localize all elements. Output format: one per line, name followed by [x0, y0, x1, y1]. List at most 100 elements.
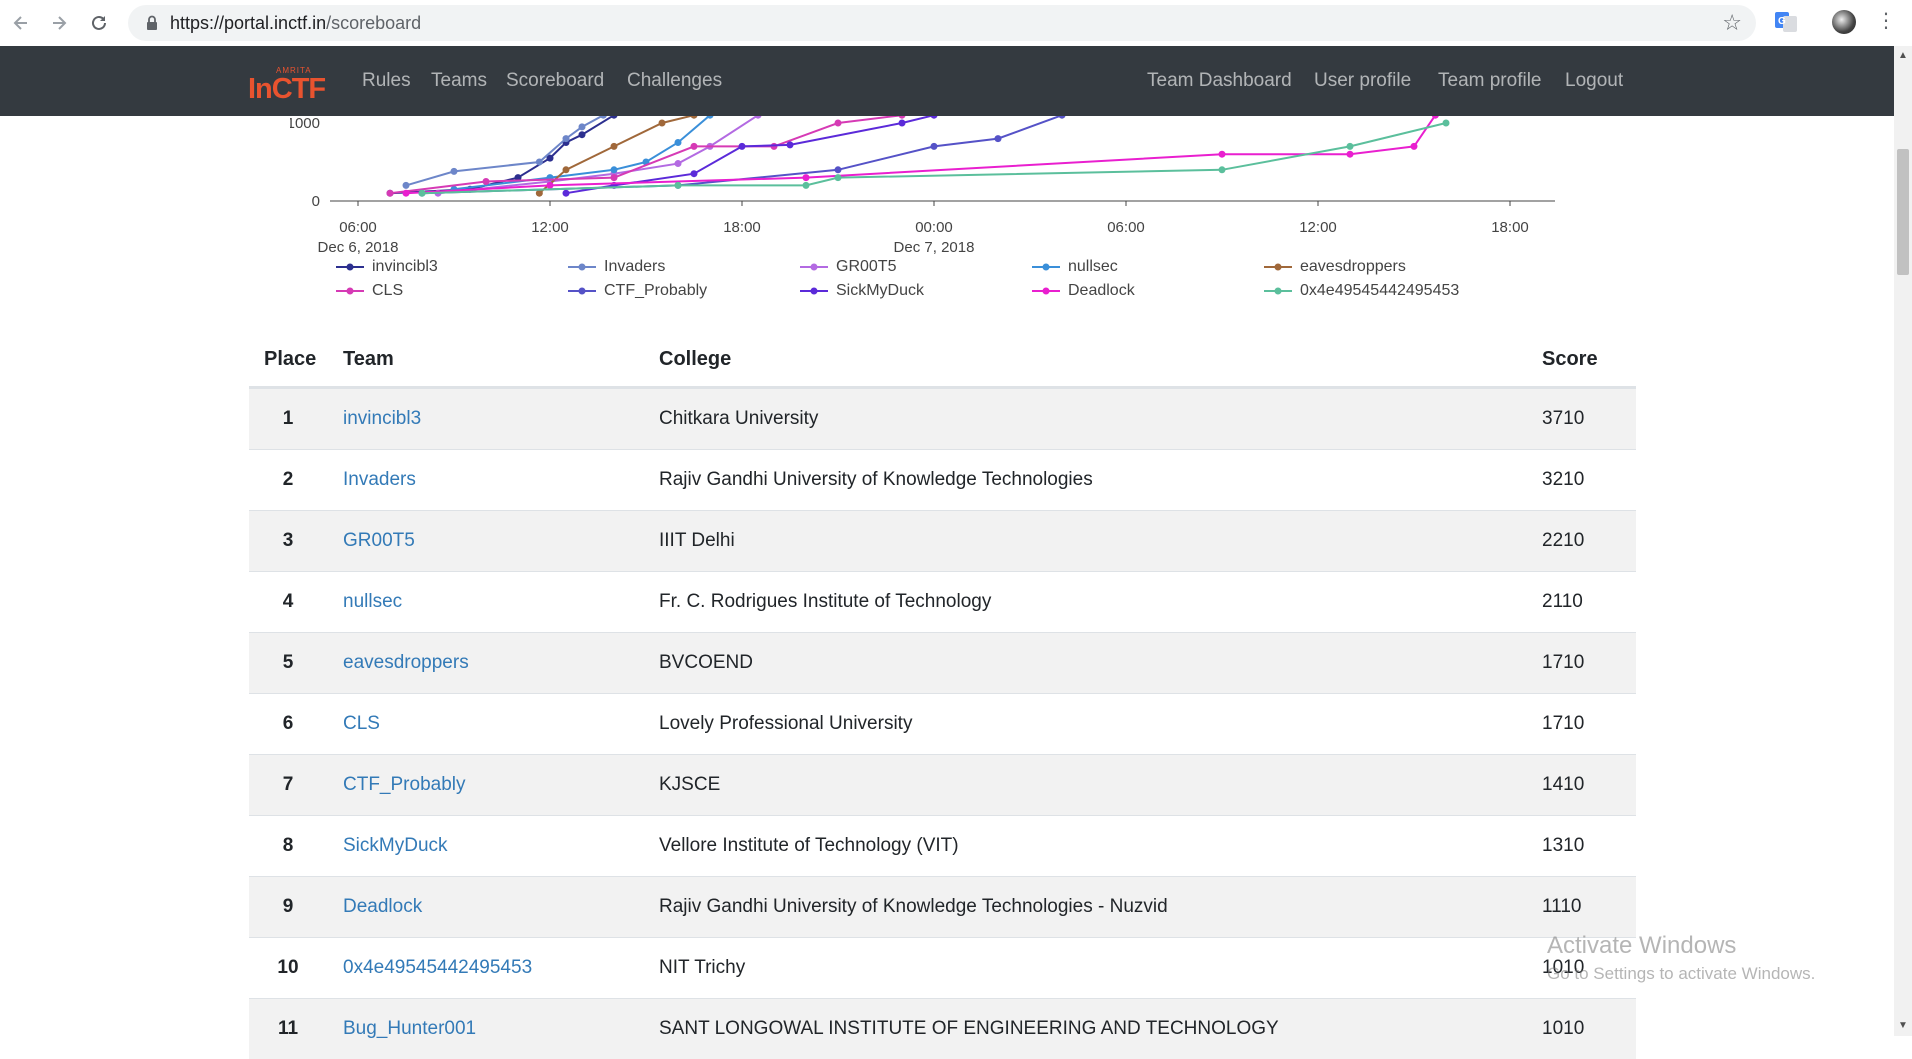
nav-user-profile[interactable]: User profile: [1314, 70, 1411, 92]
series-point: [786, 141, 794, 149]
translate-icon[interactable]: G: [1774, 10, 1798, 34]
chart-legend: invincibl3 Invaders GR00T5 nullsec eavesdrop…: [336, 258, 1536, 308]
legend-swatch-icon: [1264, 263, 1292, 271]
series-point: [402, 189, 410, 197]
college-cell: NIT Trichy: [659, 957, 746, 978]
legend-label: GR00T5: [836, 258, 897, 275]
team-link[interactable]: nullsec: [343, 591, 402, 613]
score-cell: 3210: [1542, 469, 1585, 490]
x-tick-label: 18:00: [723, 219, 761, 236]
table-row: 7 CTF_Probably KJSCE 1410: [249, 754, 1636, 815]
x-tick-label: 06:00: [1107, 219, 1145, 236]
series-point: [658, 119, 666, 127]
series-point: [386, 189, 394, 197]
legend-swatch-icon: [1264, 287, 1292, 295]
score-cell: 1710: [1542, 652, 1585, 673]
series-point: [418, 189, 426, 197]
lock-icon: [146, 15, 158, 36]
legend-item[interactable]: CTF_Probably: [568, 282, 707, 300]
scroll-thumb[interactable]: [1897, 149, 1909, 275]
forward-icon[interactable]: [46, 10, 72, 36]
series-point: [1058, 116, 1066, 119]
series-point: [1442, 119, 1450, 127]
x-tick-label: 06:00: [339, 219, 377, 236]
address-bar[interactable]: https://portal.inctf.in/scoreboard ☆: [128, 5, 1756, 41]
legend-item[interactable]: eavesdroppers: [1264, 258, 1406, 276]
series-point: [994, 135, 1002, 143]
page-scrollbar[interactable]: ▲ ▼: [1894, 46, 1912, 1036]
legend-label: Invaders: [604, 258, 666, 275]
team-link[interactable]: invincibl3: [343, 408, 421, 430]
series-point: [834, 166, 842, 174]
x-tick-label: 00:00: [915, 219, 953, 236]
back-icon[interactable]: [8, 10, 34, 36]
team-link[interactable]: SickMyDuck: [343, 835, 448, 857]
scroll-down-icon[interactable]: ▼: [1898, 1020, 1908, 1031]
series-point: [1410, 142, 1418, 150]
legend-label: eavesdroppers: [1300, 258, 1406, 275]
avatar[interactable]: [1832, 10, 1856, 34]
series-point: [1218, 150, 1226, 158]
team-link[interactable]: 0x4e49545442495453: [343, 957, 532, 979]
reload-icon[interactable]: [86, 10, 112, 36]
series-line-Deadlock: [405, 116, 1436, 195]
x-tick-label: 12:00: [1299, 219, 1337, 236]
table-row: 4 nullsec Fr. C. Rodrigues Institute of Te…: [249, 571, 1636, 632]
legend-label: CLS: [372, 282, 404, 299]
header-score: Score: [1542, 348, 1598, 370]
series-point: [802, 174, 810, 182]
college-cell: Rajiv Gandhi University of Knowledge Tec…: [659, 469, 1093, 490]
place-cell: 6: [282, 713, 294, 734]
inctf-logo[interactable]: AMRITA InCTF: [248, 64, 332, 105]
legend-item[interactable]: Deadlock: [1032, 282, 1135, 300]
team-link[interactable]: Deadlock: [343, 896, 422, 918]
legend-item[interactable]: invincibl3: [336, 258, 438, 276]
legend-item[interactable]: nullsec: [1032, 258, 1118, 276]
header-college: College: [659, 348, 732, 370]
nav-scoreboard[interactable]: Scoreboard: [506, 70, 604, 92]
table-row: 5 eavesdroppers BVCOEND 1710: [249, 632, 1636, 693]
nav-challenges[interactable]: Challenges: [627, 70, 722, 92]
place-cell: 10: [277, 957, 299, 978]
legend-item[interactable]: 0x4e49545442495453: [1264, 282, 1459, 300]
series-point: [599, 116, 607, 119]
college-cell: SANT LONGOWAL INSTITUTE OF ENGINEERING A…: [659, 1018, 1279, 1039]
kebab-menu-icon[interactable]: ⋮: [1876, 10, 1896, 34]
team-link[interactable]: CTF_Probably: [343, 774, 466, 796]
team-link[interactable]: GR00T5: [343, 530, 415, 552]
series-point: [754, 116, 762, 119]
nav-teams[interactable]: Teams: [431, 70, 487, 92]
series-point: [610, 174, 618, 182]
table-row: 3 GR00T5 IIIT Delhi 2210: [249, 510, 1636, 571]
table-row: 1 invincibl3 Chitkara University 3710: [249, 388, 1636, 449]
score-cell: 1710: [1542, 713, 1585, 734]
star-icon[interactable]: ☆: [1722, 10, 1742, 36]
college-cell: Vellore Institute of Technology (VIT): [659, 835, 959, 856]
college-cell: BVCOEND: [659, 652, 753, 673]
url-text: https://portal.inctf.in/scoreboard: [170, 13, 422, 33]
legend-item[interactable]: CLS: [336, 282, 403, 300]
legend-item[interactable]: GR00T5: [800, 258, 896, 276]
legend-label: SickMyDuck: [836, 282, 925, 299]
place-cell: 1: [282, 408, 294, 429]
place-cell: 7: [282, 774, 294, 795]
score-cell: 1110: [1542, 896, 1582, 917]
series-line-SickMyDuck: [565, 116, 935, 195]
team-link[interactable]: eavesdroppers: [343, 652, 469, 674]
nav-team-dashboard[interactable]: Team Dashboard: [1147, 70, 1292, 92]
nav-logout[interactable]: Logout: [1565, 70, 1623, 92]
legend-swatch-icon: [568, 287, 596, 295]
x-tick-label: 18:00: [1491, 219, 1529, 236]
team-link[interactable]: Invaders: [343, 469, 416, 491]
team-link[interactable]: CLS: [343, 713, 380, 735]
scroll-up-icon[interactable]: ▲: [1898, 50, 1908, 61]
legend-item[interactable]: SickMyDuck: [800, 282, 924, 300]
nav-team-profile[interactable]: Team profile: [1438, 70, 1542, 92]
series-point: [562, 166, 570, 174]
windows-activation-watermark: Activate Windows Go to Settings to activ…: [1547, 932, 1815, 984]
series-point: [546, 181, 554, 189]
team-link[interactable]: Bug_Hunter001: [343, 1018, 476, 1040]
legend-item[interactable]: Invaders: [568, 258, 665, 276]
nav-rules[interactable]: Rules: [362, 70, 411, 92]
score-cell: 1410: [1542, 774, 1585, 795]
